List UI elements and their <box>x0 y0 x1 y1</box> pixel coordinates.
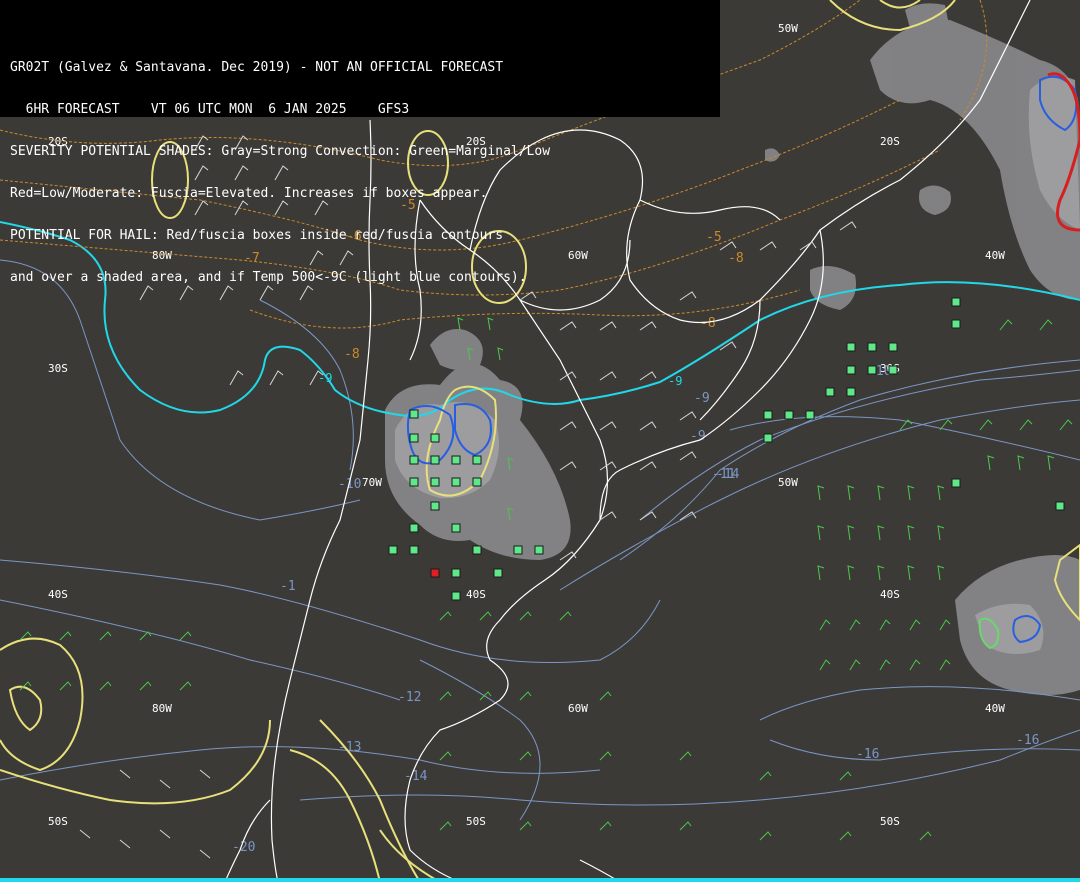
header-forecast-time-line: 6HR FORECAST VT 06 UTC MON 6 JAN 2025 GF… <box>10 102 410 117</box>
green-box <box>951 319 961 329</box>
lon-label-60w-south: 60W <box>568 702 588 715</box>
green-box <box>763 410 773 420</box>
green-box <box>472 455 482 465</box>
header-hail-legend-line: POTENTIAL FOR HAIL: Red/fuscia boxes ins… <box>10 228 504 243</box>
green-box <box>430 455 440 465</box>
green-box <box>451 591 461 601</box>
isotherm-label-minus14a: -14 <box>404 769 428 784</box>
lon-label-50w-mid: 50W <box>778 476 798 489</box>
lat-label-50s-central: 50S <box>466 815 486 828</box>
green-box <box>430 433 440 443</box>
green-box <box>493 568 503 578</box>
lat-label-20s-east: 20S <box>880 135 900 148</box>
green-box <box>867 365 877 375</box>
green-box <box>409 409 419 419</box>
lon-label-40w-north: 40W <box>985 249 1005 262</box>
lon-label-50w-top: 50W <box>778 22 798 35</box>
lat-label-40s-central: 40S <box>466 588 486 601</box>
green-box <box>451 455 461 465</box>
green-box <box>825 387 835 397</box>
bottom-border <box>0 878 1080 882</box>
green-box <box>472 477 482 487</box>
green-box <box>409 545 419 555</box>
green-box <box>451 523 461 533</box>
lon-label-40w-south: 40W <box>985 702 1005 715</box>
green-box <box>951 297 961 307</box>
green-box <box>409 455 419 465</box>
green-box <box>846 342 856 352</box>
isotherm-label-minus16b: -16 <box>1016 733 1039 748</box>
lat-label-40s-west: 40S <box>48 588 68 601</box>
lat-label-40s-east: 40S <box>880 588 900 601</box>
green-box <box>951 478 961 488</box>
green-box <box>805 410 815 420</box>
isotherm-label-minus20: -20 <box>232 840 255 855</box>
header-severity-legend-line-2: Red=Low/Moderate: Fuscia=Elevated. Incre… <box>10 186 488 201</box>
isotherm-label-minus9a: -9 <box>694 391 710 406</box>
lon-label-80w-south: 80W <box>152 702 172 715</box>
green-box <box>784 410 794 420</box>
green-box <box>534 545 544 555</box>
green-box <box>846 365 856 375</box>
lat-label-50s-east: 50S <box>880 815 900 828</box>
green-box <box>513 545 523 555</box>
isotherm-label-minus12: -12 <box>398 690 421 705</box>
green-box <box>888 365 898 375</box>
green-box <box>430 477 440 487</box>
lat-label-50s-west: 50S <box>48 815 68 828</box>
green-box <box>388 545 398 555</box>
cyan-label-minus9-east: -9 <box>668 374 682 388</box>
green-box <box>409 477 419 487</box>
orange-label-minus8c: -8 <box>728 251 744 266</box>
green-box <box>1055 501 1065 511</box>
lon-label-70w-mid: 70W <box>362 476 382 489</box>
green-box <box>867 342 877 352</box>
green-box <box>763 433 773 443</box>
green-box <box>409 523 419 533</box>
isotherm-label-minus14b: -14 <box>716 467 740 482</box>
orange-label-minus8a: -8 <box>344 347 360 362</box>
header-title-line: GR02T (Galvez & Santavana. Dec 2019) - N… <box>10 60 504 75</box>
green-box <box>451 568 461 578</box>
green-box <box>409 433 419 443</box>
green-box <box>430 501 440 511</box>
green-box <box>846 387 856 397</box>
green-box <box>451 477 461 487</box>
header-hail-legend-line-2: and over a shaded area, and if Temp 500<… <box>10 270 527 285</box>
isotherm-label-minus16a: -16 <box>856 747 879 762</box>
header-severity-legend-line: SEVERITY POTENTIAL SHADES: Gray=Strong C… <box>10 144 551 159</box>
forecast-header: GR02T (Galvez & Santavana. Dec 2019) - N… <box>0 0 720 285</box>
orange-label-minus8b: -8 <box>700 316 716 331</box>
green-box <box>472 545 482 555</box>
isotherm-label-minus1: -1 <box>280 579 296 594</box>
lat-label-30s-west: 30S <box>48 362 68 375</box>
red-box <box>430 568 440 578</box>
green-box <box>888 342 898 352</box>
